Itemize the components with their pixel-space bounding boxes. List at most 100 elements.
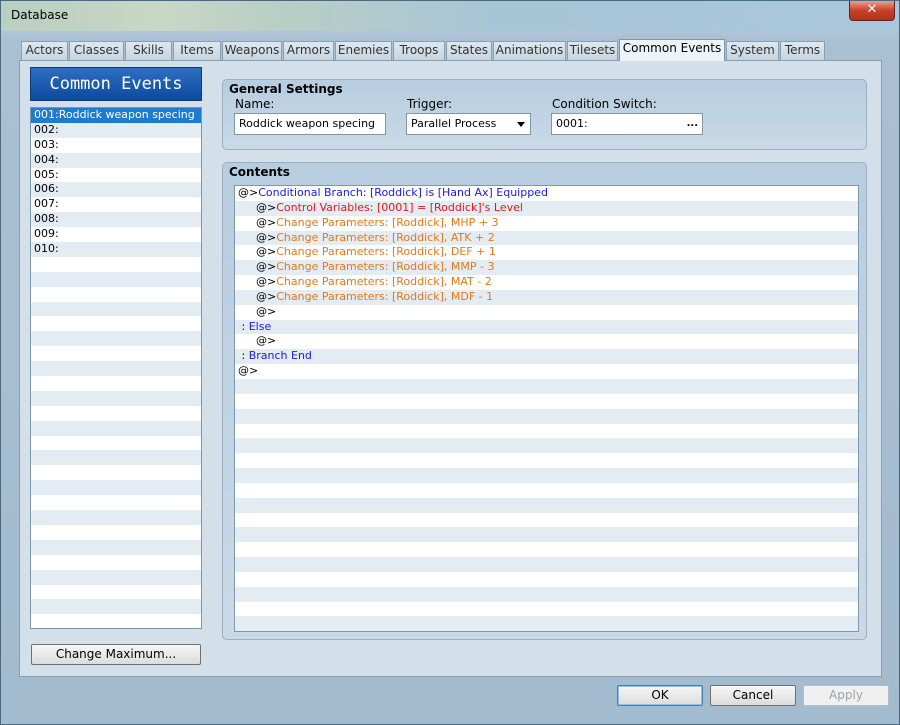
command-row[interactable]: @>Change Parameters: [Roddick], MDF - 1 (235, 289, 858, 305)
list-item[interactable] (31, 555, 201, 570)
command-row[interactable] (235, 513, 858, 528)
command-row[interactable]: : Branch End (235, 349, 858, 365)
list-item[interactable] (31, 420, 201, 436)
tab-enemies[interactable]: Enemies (335, 41, 392, 60)
tab-skills[interactable]: Skills (125, 41, 172, 60)
command-row[interactable] (235, 542, 858, 557)
list-item[interactable] (31, 599, 201, 615)
command-row[interactable] (235, 557, 858, 572)
command-row[interactable] (235, 438, 858, 454)
tab-states[interactable]: States (446, 41, 492, 60)
tab-classes[interactable]: Classes (69, 41, 124, 60)
tab-common-events[interactable]: Common Events (619, 39, 725, 61)
command-row[interactable] (235, 424, 858, 439)
list-item[interactable]: 006: (31, 182, 201, 198)
command-text: Control Variables: [0001] = [Roddick]'s … (276, 200, 523, 214)
tab-system[interactable]: System (726, 41, 779, 60)
list-item[interactable] (31, 346, 201, 361)
command-row[interactable]: @>Control Variables: [0001] = [Roddick]'… (235, 200, 858, 216)
list-item[interactable] (31, 361, 201, 377)
list-item[interactable] (31, 525, 201, 540)
list-item[interactable]: 001:Roddick weapon specing (31, 108, 201, 123)
command-row[interactable]: @>Change Parameters: [Roddick], MAT - 2 (235, 275, 858, 290)
command-row[interactable] (235, 616, 858, 631)
command-row[interactable] (235, 408, 858, 424)
list-item[interactable]: 008: (31, 212, 201, 228)
command-text: Change Parameters: [Roddick], MAT - 2 (276, 275, 492, 289)
command-row[interactable] (235, 572, 858, 587)
command-row[interactable]: @> (235, 334, 858, 349)
list-item[interactable] (31, 450, 201, 466)
tab-weapons[interactable]: Weapons (222, 41, 282, 60)
cancel-button[interactable]: Cancel (710, 685, 796, 706)
list-item[interactable] (31, 331, 201, 347)
list-item[interactable]: 004: (31, 152, 201, 168)
apply-button[interactable]: Apply (803, 685, 889, 706)
tab-tilesets[interactable]: Tilesets (567, 41, 618, 60)
command-row[interactable]: @>Change Parameters: [Roddick], DEF + 1 (235, 245, 858, 260)
list-item[interactable]: 003: (31, 138, 201, 153)
list-item[interactable] (31, 539, 201, 555)
command-text: Change Parameters: [Roddick], ATK + 2 (276, 230, 495, 244)
trigger-select[interactable]: Parallel Process (406, 113, 531, 135)
condition-switch-field[interactable]: 0001: ... (551, 113, 703, 135)
list-item[interactable] (31, 436, 201, 451)
list-item[interactable] (31, 614, 201, 628)
condition-switch-label: Condition Switch: (552, 97, 657, 111)
list-item[interactable] (31, 480, 201, 496)
close-button[interactable]: ✕ (849, 1, 895, 21)
command-row[interactable]: @>Change Parameters: [Roddick], MMP - 3 (235, 260, 858, 276)
tab-animations[interactable]: Animations (493, 41, 566, 60)
tab-armors[interactable]: Armors (283, 41, 334, 60)
list-item[interactable]: 007: (31, 197, 201, 212)
tab-terms[interactable]: Terms (780, 41, 825, 60)
list-item[interactable] (31, 271, 201, 287)
event-commands-list[interactable]: @>Conditional Branch: [Roddick] is [Hand… (234, 185, 859, 632)
command-row[interactable] (235, 378, 858, 394)
list-item[interactable] (31, 257, 201, 272)
command-prefix: @> (256, 230, 277, 244)
title-bar[interactable]: Database ✕ (1, 1, 899, 31)
command-row[interactable] (235, 453, 858, 468)
command-row[interactable]: @> (235, 364, 858, 379)
window-title: Database (11, 8, 69, 22)
command-row[interactable] (235, 602, 858, 617)
list-item[interactable]: 010: (31, 242, 201, 257)
list-item[interactable]: 005: (31, 168, 201, 183)
list-item[interactable] (31, 316, 201, 331)
list-item[interactable] (31, 390, 201, 406)
database-window: Database ✕ Actors Classes Skills Items Weapo… (0, 0, 900, 725)
ok-button[interactable]: OK (617, 685, 703, 706)
common-events-list[interactable]: 001:Roddick weapon specing 002: 003: 004: 00… (30, 107, 202, 629)
list-item[interactable] (31, 465, 201, 480)
command-row[interactable] (235, 468, 858, 483)
command-prefix: @> (256, 289, 277, 303)
list-item[interactable] (31, 376, 201, 391)
command-row[interactable] (235, 527, 858, 543)
list-item[interactable] (31, 495, 201, 510)
command-row[interactable]: : Else (235, 319, 858, 335)
command-row[interactable] (235, 483, 858, 498)
list-item[interactable] (31, 287, 201, 302)
list-item[interactable] (31, 510, 201, 525)
ellipsis-icon[interactable]: ... (687, 114, 698, 134)
list-item[interactable] (31, 406, 201, 421)
command-row[interactable]: @>Change Parameters: [Roddick], ATK + 2 (235, 230, 858, 246)
command-row[interactable] (235, 394, 858, 409)
list-item[interactable]: 002: (31, 122, 201, 138)
list-item[interactable]: 009: (31, 227, 201, 242)
list-item[interactable] (31, 301, 201, 317)
command-row[interactable] (235, 586, 858, 602)
tab-troops[interactable]: Troops (393, 41, 445, 60)
list-item[interactable] (31, 569, 201, 585)
tab-items[interactable]: Items (173, 41, 221, 60)
change-maximum-button[interactable]: Change Maximum... (31, 644, 201, 665)
command-row[interactable]: @> (235, 305, 858, 320)
condition-switch-value: 0001: (556, 117, 588, 130)
list-item[interactable] (31, 585, 201, 600)
name-input[interactable]: Roddick weapon specing (234, 113, 386, 135)
command-row[interactable]: @>Change Parameters: [Roddick], MHP + 3 (235, 216, 858, 231)
tab-actors[interactable]: Actors (21, 41, 68, 60)
command-row[interactable]: @>Conditional Branch: [Roddick] is [Hand… (235, 186, 858, 201)
command-row[interactable] (235, 497, 858, 513)
